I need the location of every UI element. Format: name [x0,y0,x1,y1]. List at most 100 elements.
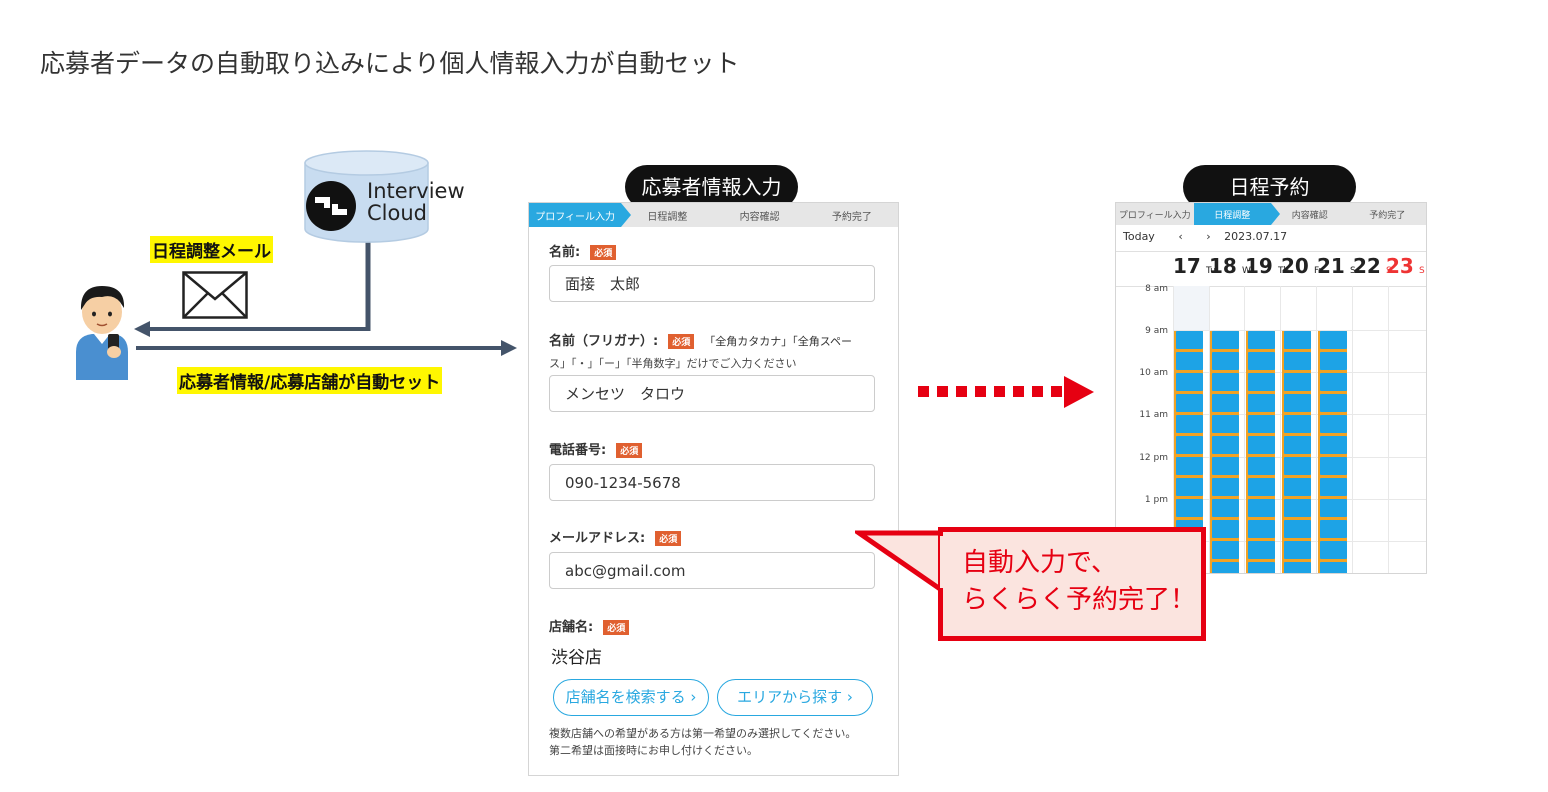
auto-set-label: 応募者情報/応募店舗が自動セット [177,367,443,394]
time-slot[interactable] [1284,499,1311,517]
time-slot[interactable] [1212,562,1239,573]
prev-week-button[interactable]: ‹ [1178,230,1182,243]
day-header: 21 S [1317,254,1356,278]
time-slot[interactable] [1212,499,1239,517]
time-slot[interactable] [1176,352,1203,370]
time-slot[interactable] [1284,541,1311,559]
time-slot[interactable] [1212,541,1239,559]
day-header: 20 Fr [1281,254,1322,278]
time-slot[interactable] [1212,331,1239,349]
applicant-form-panel: プロフィール入力 日程調整 内容確認 予約完了 名前: 必須 面接 太郎 名前（フ… [528,202,899,776]
time-slot[interactable] [1212,394,1239,412]
today-button[interactable]: Today [1123,230,1155,243]
store-value: 渋谷店 [551,648,602,668]
time-slot[interactable] [1320,541,1347,559]
callout-line-1: 自動入力で、 [962,548,1117,578]
time-slot[interactable] [1176,478,1203,496]
time-slot[interactable] [1176,331,1203,349]
time-slot[interactable] [1212,352,1239,370]
time-slot[interactable] [1248,478,1275,496]
time-slot[interactable] [1284,394,1311,412]
time-slot[interactable] [1248,394,1275,412]
required-badge: 必須 [668,334,695,349]
time-slot[interactable] [1320,394,1347,412]
time-slot[interactable] [1284,352,1311,370]
email-label: メールアドレス: 必須 [549,527,682,546]
time-slot[interactable] [1248,541,1275,559]
time-slot[interactable] [1320,499,1347,517]
time-slot[interactable] [1248,562,1275,573]
time-slot[interactable] [1176,415,1203,433]
time-slot[interactable] [1212,373,1239,391]
calendar-date: 2023.07.17 [1224,230,1288,243]
time-slot[interactable] [1248,520,1275,538]
calendar-nav: Today ‹ › 2023.07.17 [1123,230,1287,243]
email-input[interactable]: abc@gmail.com [549,552,875,589]
kana-input[interactable]: メンセツ タロウ [549,375,875,412]
time-slot[interactable] [1248,352,1275,370]
time-slot[interactable] [1176,373,1203,391]
time-slot[interactable] [1248,436,1275,454]
dotted-arrow-dot [1032,386,1043,397]
time-slot[interactable] [1320,352,1347,370]
available-slots-column [1318,331,1347,573]
dotted-arrow-dot [994,386,1005,397]
phone-input[interactable]: 090-1234-5678 [549,464,875,501]
time-slot[interactable] [1284,562,1311,573]
hour-label: 11 am [1139,410,1168,420]
store-note-1: 複数店舗への希望がある方は第一希望のみ選択してください。 [549,727,857,740]
time-slot[interactable] [1320,331,1347,349]
time-slot[interactable] [1320,562,1347,573]
time-slot[interactable] [1284,331,1311,349]
day-number: 18 [1209,254,1237,278]
step-confirm: 内容確認 [1291,210,1328,221]
time-slot[interactable] [1284,415,1311,433]
hour-label: 9 am [1145,326,1168,336]
kana-note-continued: ス」「・」「ー」「半角数字」だけでご入力ください [549,357,797,370]
time-slot[interactable] [1212,457,1239,475]
hour-label: 8 am [1145,284,1168,294]
dotted-arrow-head-icon [1064,376,1094,408]
time-slot[interactable] [1284,520,1311,538]
time-slot[interactable] [1320,478,1347,496]
time-slot[interactable] [1212,415,1239,433]
callout-pointer-icon [855,530,946,596]
available-slots-column [1246,331,1275,573]
time-slot[interactable] [1320,520,1347,538]
time-slot[interactable] [1320,436,1347,454]
time-slot[interactable] [1248,499,1275,517]
next-week-button[interactable]: › [1206,230,1210,243]
time-slot[interactable] [1320,415,1347,433]
time-slot[interactable] [1176,394,1203,412]
time-slot[interactable] [1320,457,1347,475]
required-badge: 必須 [603,620,630,635]
time-slot[interactable] [1284,457,1311,475]
time-slot[interactable] [1248,457,1275,475]
store-note-2: 第二希望は面接時にお申し付けください。 [549,744,758,757]
name-input[interactable]: 面接 太郎 [549,265,875,302]
time-slot[interactable] [1248,373,1275,391]
required-badge: 必須 [590,245,617,260]
interview-cloud-logo-icon [306,181,356,231]
day-number: 23 [1386,254,1414,278]
time-slot[interactable] [1284,436,1311,454]
dotted-arrow-dot [975,386,986,397]
dotted-arrow-dot [1013,386,1024,397]
time-slot[interactable] [1212,478,1239,496]
time-slot[interactable] [1212,520,1239,538]
store-search-button[interactable]: 店舗名を検索する › [553,679,709,716]
time-slot[interactable] [1248,331,1275,349]
time-slot[interactable] [1212,436,1239,454]
day-of-week: S [1418,266,1425,276]
time-slot[interactable] [1284,373,1311,391]
hour-label: 12 pm [1139,453,1168,463]
time-slot[interactable] [1176,457,1203,475]
time-slot[interactable] [1176,436,1203,454]
time-slot[interactable] [1176,499,1203,517]
time-slot[interactable] [1284,478,1311,496]
dotted-arrow-dot [1051,386,1062,397]
today-column-highlight [1174,286,1209,330]
time-slot[interactable] [1320,373,1347,391]
area-search-button[interactable]: エリアから探す › [717,679,873,716]
time-slot[interactable] [1248,415,1275,433]
